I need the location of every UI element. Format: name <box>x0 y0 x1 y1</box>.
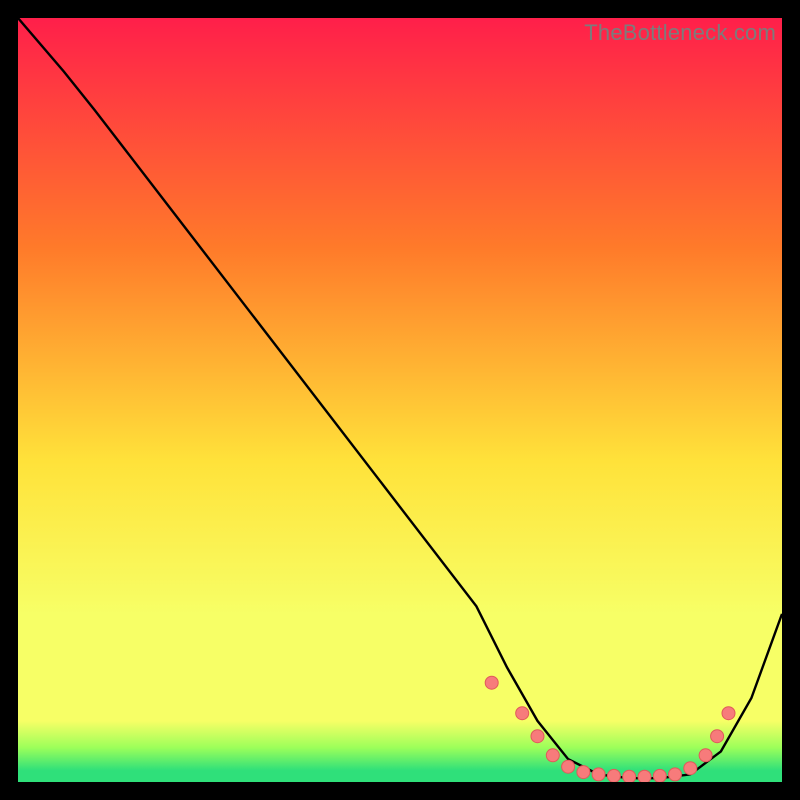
marker-dot <box>546 749 559 762</box>
marker-dot <box>722 707 735 720</box>
marker-dot <box>653 769 666 782</box>
marker-dot <box>607 769 620 782</box>
chart-frame: TheBottleneck.com <box>18 18 782 782</box>
marker-dot <box>623 770 636 782</box>
marker-dot <box>516 707 529 720</box>
watermark-text: TheBottleneck.com <box>584 20 776 46</box>
marker-dot <box>684 762 697 775</box>
marker-dot <box>699 749 712 762</box>
marker-dot <box>485 676 498 689</box>
marker-dot <box>638 770 651 782</box>
marker-dot <box>531 730 544 743</box>
marker-dot <box>669 768 682 781</box>
gradient-background <box>18 18 782 782</box>
marker-dot <box>577 766 590 779</box>
bottleneck-chart <box>18 18 782 782</box>
marker-dot <box>711 730 724 743</box>
marker-dot <box>562 760 575 773</box>
marker-dot <box>592 768 605 781</box>
